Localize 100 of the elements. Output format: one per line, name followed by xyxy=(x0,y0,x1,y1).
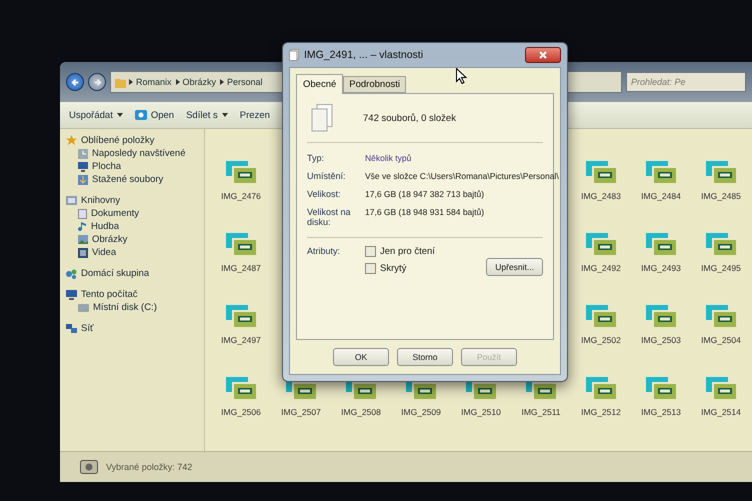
network-nodes-icon xyxy=(66,268,77,278)
toolbar-button[interactable]: Prezen xyxy=(236,108,273,122)
image-file-icon xyxy=(704,231,738,257)
property-value: 17,6 GB (18 948 931 584 bajtů) xyxy=(365,207,486,219)
folder-icon xyxy=(115,76,126,88)
summary-text: 742 souborů, 0 složek xyxy=(363,112,456,124)
caret-icon xyxy=(116,113,123,117)
file-name[interactable]: IMG_2508 xyxy=(341,407,381,417)
file-name[interactable]: IMG_2503 xyxy=(641,335,681,345)
breadcrumb-link[interactable]: Romanix xyxy=(136,77,172,87)
nav-item[interactable]: Naposledy navštívené xyxy=(66,148,204,159)
toolbar-button[interactable]: Uspořádat xyxy=(66,108,126,122)
file-name[interactable]: IMG_2504 xyxy=(701,335,741,345)
image-file-icon xyxy=(224,231,258,257)
toolbar-button[interactable]: Open xyxy=(132,108,178,122)
file-name[interactable]: IMG_2513 xyxy=(641,407,681,417)
nav-item[interactable]: Tento počítač xyxy=(66,289,204,300)
document-icon xyxy=(78,208,87,218)
image-file-icon xyxy=(584,231,618,257)
file-name[interactable]: IMG_2484 xyxy=(641,191,681,201)
checkbox[interactable] xyxy=(365,263,376,274)
picture-icon xyxy=(78,235,88,244)
file-name[interactable]: IMG_2497 xyxy=(221,335,261,345)
files-icon xyxy=(289,49,299,61)
file-name[interactable]: IMG_2514 xyxy=(701,407,741,417)
back-arrow-icon xyxy=(70,78,80,86)
chevron-icon xyxy=(176,79,180,85)
dialog-button[interactable]: Storno xyxy=(397,348,453,366)
breadcrumb-link[interactable]: Obrázky xyxy=(182,77,216,87)
image-file-icon xyxy=(644,375,678,401)
image-file-icon xyxy=(584,303,618,329)
nav-item[interactable]: Domácí skupina xyxy=(66,268,204,279)
attributes-label: Atributy: xyxy=(307,246,342,256)
file-name[interactable]: IMG_2495 xyxy=(701,263,741,273)
dialog-button[interactable]: OK xyxy=(333,348,389,366)
advanced-button[interactable]: Upřesnit... xyxy=(486,258,543,276)
nav-item[interactable]: Síť xyxy=(66,323,204,334)
library-icon xyxy=(66,196,77,205)
property-label: Velikost: xyxy=(307,189,342,199)
close-button[interactable] xyxy=(525,47,561,63)
image-file-icon xyxy=(704,303,738,329)
nav-item[interactable]: Stažené soubory xyxy=(66,174,204,185)
file-name[interactable]: IMG_2509 xyxy=(401,407,441,417)
file-name[interactable]: IMG_2511 xyxy=(521,407,561,417)
film-icon xyxy=(78,248,88,258)
image-file-icon xyxy=(644,303,678,329)
forward-button[interactable] xyxy=(88,73,106,91)
chevron-icon xyxy=(129,79,133,85)
file-name[interactable]: IMG_2502 xyxy=(581,335,621,345)
tab[interactable]: Obecné xyxy=(296,74,344,94)
search-field[interactable]: Prohledat: Pe xyxy=(626,72,746,92)
nav-item[interactable]: Hudba xyxy=(66,221,204,232)
nav-item[interactable]: Knihovny xyxy=(66,195,204,206)
star-icon xyxy=(66,135,77,146)
nav-item[interactable]: Místní disk (C:) xyxy=(66,302,204,313)
file-name[interactable]: IMG_2483 xyxy=(581,191,621,201)
image-file-icon xyxy=(584,159,618,185)
checkbox[interactable] xyxy=(365,246,376,257)
toolbar-button[interactable]: Sdílet s xyxy=(183,108,231,122)
file-name[interactable]: IMG_2512 xyxy=(581,407,621,417)
back-button[interactable] xyxy=(66,73,84,91)
computer-icon xyxy=(66,290,77,300)
image-file-icon xyxy=(224,303,258,329)
dialog-title: IMG_2491, ... – vlastnosti xyxy=(304,49,424,61)
files-icon xyxy=(311,104,333,132)
nav-item[interactable]: Dokumenty xyxy=(66,208,204,219)
file-name[interactable]: IMG_2506 xyxy=(221,407,261,417)
property-label: Typ: xyxy=(307,153,326,163)
forward-arrow-icon xyxy=(92,78,102,86)
image-file-icon xyxy=(224,159,258,185)
status-text: Vybrané položky: 742 xyxy=(106,462,192,472)
property-label: Umístění: xyxy=(307,171,347,181)
file-name[interactable]: IMG_2510 xyxy=(461,407,501,417)
chevron-icon xyxy=(220,79,224,85)
network-icon xyxy=(66,324,77,333)
file-name[interactable]: IMG_2507 xyxy=(281,407,321,417)
image-file-icon xyxy=(704,375,738,401)
disk-drive-icon xyxy=(78,304,89,312)
image-file-icon xyxy=(224,375,258,401)
breadcrumb-link[interactable]: Personal xyxy=(227,77,263,87)
checkbox-label: Jen pro čtení xyxy=(380,246,435,257)
file-name[interactable]: IMG_2476 xyxy=(221,191,261,201)
file-name[interactable]: IMG_2485 xyxy=(701,191,741,201)
mouse-cursor-icon xyxy=(456,68,467,84)
checkbox-label: Skrytý xyxy=(380,263,406,274)
nav-item[interactable]: Oblíbené položky xyxy=(66,135,204,146)
close-icon xyxy=(539,51,547,59)
property-value: Několik typů xyxy=(365,153,412,163)
nav-item[interactable]: Plocha xyxy=(66,161,204,172)
clock-icon xyxy=(78,148,88,158)
nav-item[interactable]: Obrázky xyxy=(66,234,204,245)
file-name[interactable]: IMG_2487 xyxy=(221,263,261,273)
tab[interactable]: Podrobnosti xyxy=(343,76,406,93)
music-note-icon xyxy=(78,222,87,232)
download-icon xyxy=(78,174,88,184)
nav-item[interactable]: Videa xyxy=(66,247,204,258)
file-name[interactable]: IMG_2492 xyxy=(581,263,621,273)
monitor-icon xyxy=(78,162,88,172)
file-name[interactable]: IMG_2493 xyxy=(641,263,681,273)
image-file-icon xyxy=(644,159,678,185)
